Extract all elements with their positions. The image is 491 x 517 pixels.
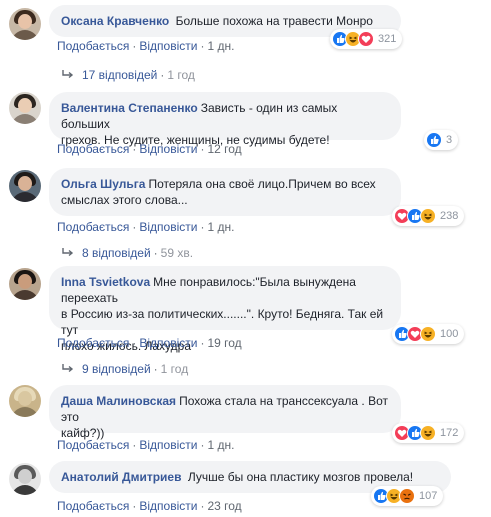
replies-time: 1 год: [167, 68, 195, 82]
comment-text: Больше похожа на травести Монро: [175, 14, 373, 28]
love-reaction-icon: [358, 31, 374, 47]
reactions-summary[interactable]: 238: [392, 206, 465, 226]
reply-link[interactable]: Відповісти: [139, 220, 197, 234]
comment-author[interactable]: Ольга Шульга: [61, 177, 145, 191]
comment-author[interactable]: Даша Малиновская: [61, 394, 176, 408]
comment-time[interactable]: 23 год: [207, 499, 241, 513]
like-link[interactable]: Подобається: [57, 142, 129, 156]
replies-link[interactable]: 8 відповідей · 59 хв.: [62, 245, 193, 261]
comment-bubble: Валентина Степаненко Зависть - один из са…: [49, 92, 401, 147]
reply-link[interactable]: Відповісти: [139, 438, 197, 452]
comment-actions: Подобається · Відповісти · 1 дн.: [57, 220, 235, 234]
like-link[interactable]: Подобається: [57, 220, 129, 234]
reaction-count: 3: [446, 134, 453, 146]
replies-count[interactable]: 8 відповідей: [82, 246, 151, 260]
reactions-summary[interactable]: 172: [392, 423, 465, 443]
reply-link[interactable]: Відповісти: [139, 39, 197, 53]
replies-count[interactable]: 9 відповідей: [82, 362, 151, 376]
avatar[interactable]: [9, 170, 41, 202]
comment-time[interactable]: 1 дн.: [207, 220, 234, 234]
comment-actions: Подобається · Відповісти · 1 дн.: [57, 39, 235, 53]
reactions-summary[interactable]: 321: [330, 29, 403, 49]
haha-reaction-icon: [420, 208, 436, 224]
reply-arrow-icon: [62, 245, 76, 261]
reaction-count: 100: [440, 328, 459, 340]
reaction-count: 321: [378, 33, 397, 45]
reaction-count: 238: [440, 210, 459, 222]
reaction-count: 107: [419, 490, 438, 502]
reactions-summary[interactable]: 100: [392, 324, 465, 344]
comment-author[interactable]: Оксана Кравченко: [61, 14, 169, 28]
comment-actions: Подобається · Відповісти · 19 год: [57, 336, 242, 350]
comment-text-line: Потеряла она своё лицо.Причем во всех: [148, 177, 376, 191]
comment-author[interactable]: Валентина Степаненко: [61, 101, 198, 115]
comment-time[interactable]: 12 год: [207, 142, 241, 156]
like-reaction-icon: [426, 132, 442, 148]
comment-bubble: Inna Tsvietkova Мне понравилось:"Была вын…: [49, 266, 401, 353]
reply-link[interactable]: Відповісти: [139, 142, 197, 156]
reaction-count: 172: [440, 427, 459, 439]
comment-actions: Подобається · Відповісти · 1 дн.: [57, 438, 235, 452]
avatar[interactable]: [9, 385, 41, 417]
comment-text: Лучше бы она пластику мозгов провела!: [187, 470, 414, 484]
avatar[interactable]: [9, 268, 41, 300]
avatar[interactable]: [9, 8, 41, 40]
angry-reaction-icon: [399, 488, 415, 504]
comment-time[interactable]: 1 дн.: [207, 39, 234, 53]
like-link[interactable]: Подобається: [57, 499, 129, 513]
comment-time[interactable]: 1 дн.: [207, 438, 234, 452]
reply-arrow-icon: [62, 361, 76, 377]
haha-reaction-icon: [420, 326, 436, 342]
comment-actions: Подобається · Відповісти · 12 год: [57, 142, 242, 156]
comment-author[interactable]: Анатолий Дмитриев: [61, 470, 182, 484]
reply-link[interactable]: Відповісти: [139, 336, 197, 350]
replies-time: 59 хв.: [160, 246, 194, 260]
comment-text-line: в Россию из-за политических.......". Кру…: [61, 307, 384, 337]
replies-link[interactable]: 17 відповідей · 1 год: [62, 67, 195, 83]
comment-time[interactable]: 19 год: [207, 336, 241, 350]
avatar[interactable]: [9, 463, 41, 495]
comment-actions: Подобається · Відповісти · 23 год: [57, 499, 242, 513]
replies-time: 1 год: [160, 362, 189, 376]
replies-link[interactable]: 9 відповідей · 1 год: [62, 361, 188, 377]
replies-count[interactable]: 17 відповідей: [82, 68, 157, 82]
like-link[interactable]: Подобається: [57, 39, 129, 53]
comment-bubble: Ольга Шульга Потеряла она своё лицо.Приче…: [49, 168, 401, 216]
like-link[interactable]: Подобається: [57, 438, 129, 452]
reply-link[interactable]: Відповісти: [139, 499, 197, 513]
reply-arrow-icon: [62, 67, 76, 83]
haha-reaction-icon: [420, 425, 436, 441]
comment-text-line: смыслах этого слова...: [61, 193, 188, 207]
like-link[interactable]: Подобається: [57, 336, 129, 350]
reactions-summary[interactable]: 3: [424, 130, 459, 150]
reactions-summary[interactable]: 107: [371, 486, 444, 506]
avatar[interactable]: [9, 92, 41, 124]
comment-bubble: Даша Малиновская Похожа стала на транссек…: [49, 385, 401, 440]
comment-author[interactable]: Inna Tsvietkova: [61, 275, 150, 289]
